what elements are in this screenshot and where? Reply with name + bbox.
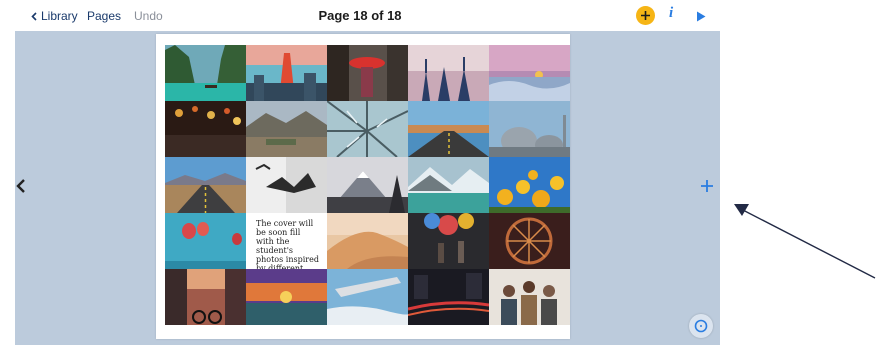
chevron-left-icon <box>16 179 25 193</box>
play-button[interactable] <box>696 9 706 27</box>
ferris-wheel-lights-image <box>489 213 570 269</box>
photo-tile[interactable] <box>327 45 408 101</box>
photo-tile[interactable] <box>408 269 489 325</box>
info-button[interactable]: i <box>669 5 673 22</box>
photo-tile[interactable] <box>246 157 327 213</box>
group-of-friends-laughing-image <box>489 269 570 325</box>
desert-mountain-village-image <box>246 101 327 157</box>
city-night-traffic-image <box>408 269 489 325</box>
airplane-wing-clouds-image <box>327 269 408 325</box>
plus-icon <box>701 180 713 192</box>
add-page-button[interactable] <box>699 178 715 199</box>
photo-tile[interactable] <box>165 157 246 213</box>
mount-fuji-forest-image <box>327 157 408 213</box>
photo-grid: The cover will be soon fill with the stu… <box>165 45 571 328</box>
photo-tile[interactable] <box>489 157 570 213</box>
photo-tile[interactable] <box>327 101 408 157</box>
photo-tile[interactable] <box>165 45 246 101</box>
photo-tile[interactable] <box>246 45 327 101</box>
previous-page-button[interactable] <box>16 178 26 199</box>
page-title: Page 18 of 18 <box>318 8 402 23</box>
toolbar: Library Pages Undo Page 18 of 18 i <box>0 0 720 31</box>
open-road-sunset-image <box>408 101 489 157</box>
lantern-market-night-image <box>165 101 246 157</box>
plus-circle-icon <box>641 11 650 20</box>
colorful-umbrellas-alley-image <box>408 213 489 269</box>
photo-tile[interactable] <box>246 269 327 325</box>
caption-text[interactable]: The cover will be soon fill with the stu… <box>256 219 320 269</box>
caption-box[interactable]: The cover will be soon fill with the stu… <box>246 213 327 269</box>
photo-tile[interactable] <box>165 269 246 325</box>
photo-tile[interactable] <box>327 269 408 325</box>
photo-tile[interactable] <box>327 157 408 213</box>
info-icon: i <box>669 5 674 21</box>
book-page: The cover will be soon fill with the stu… <box>156 34 570 339</box>
snowy-mountain-lake-image <box>408 157 489 213</box>
photo-tile[interactable] <box>408 45 489 101</box>
photo-tile[interactable] <box>489 101 570 157</box>
sunset-clouds-horizon-image <box>246 269 327 325</box>
photo-tile[interactable] <box>408 101 489 157</box>
photo-tile[interactable] <box>489 269 570 325</box>
mosque-domes-sky-image <box>489 101 570 157</box>
straight-road-mountains-image <box>165 157 246 213</box>
tropical-lagoon-boats-image <box>165 45 246 101</box>
photo-tile[interactable] <box>165 101 246 157</box>
photo-tile[interactable] <box>246 101 327 157</box>
street-sunset-cyclist-image <box>165 269 246 325</box>
photo-tile[interactable] <box>489 213 570 269</box>
chat-button[interactable] <box>689 314 713 338</box>
annotation-arrow <box>734 204 876 279</box>
flying-seagulls-image <box>246 157 327 213</box>
photo-tile[interactable] <box>165 213 246 269</box>
photo-tile[interactable] <box>408 157 489 213</box>
sea-of-clouds-pink-sky-image <box>489 45 570 101</box>
hot-air-balloons-image <box>165 213 246 269</box>
photo-tile[interactable] <box>489 45 570 101</box>
sand-dune-dusk-image <box>327 213 408 269</box>
frosted-tree-branches-image <box>327 101 408 157</box>
tokyo-tower-city-image <box>246 45 327 101</box>
play-icon <box>697 11 706 22</box>
photo-tile[interactable] <box>327 213 408 269</box>
kimono-red-umbrella-street-image <box>327 45 408 101</box>
friends-raising-arms-sunset-image <box>408 45 489 101</box>
photo-tile[interactable] <box>408 213 489 269</box>
yellow-flowers-blue-sky-image <box>489 157 570 213</box>
add-content-button[interactable] <box>636 6 655 25</box>
chat-bubble-icon <box>694 319 708 333</box>
